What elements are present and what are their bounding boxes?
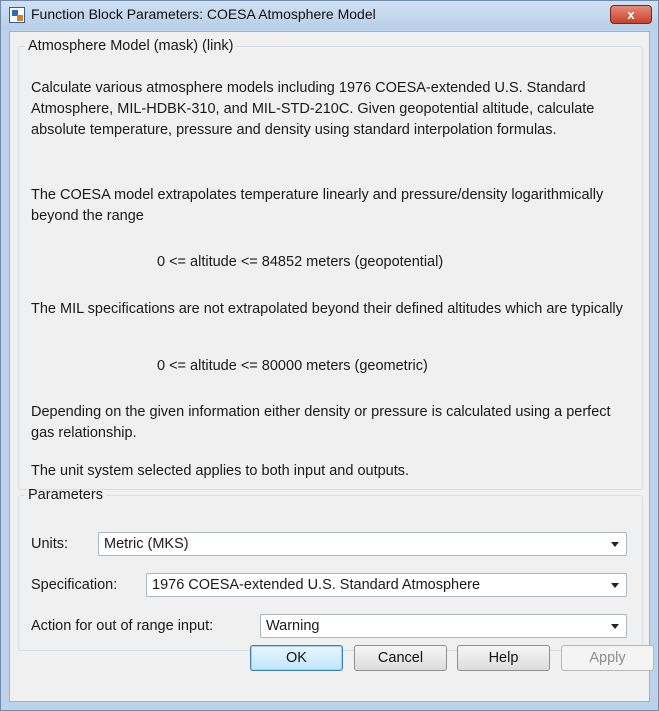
dialog-window: Function Block Parameters: COESA Atmosph… <box>0 0 659 711</box>
help-button[interactable]: Help <box>457 645 550 671</box>
action-value: Warning <box>266 618 320 634</box>
parameters-legend: Parameters <box>28 487 103 503</box>
description-range-geopotential: 0 <= altitude <= 84852 meters (geopotent… <box>157 254 444 270</box>
units-dropdown[interactable]: Metric (MKS) <box>98 532 627 556</box>
description-legend: Atmosphere Model (mask) (link) <box>28 38 234 54</box>
chevron-down-icon <box>611 624 619 629</box>
specification-value: 1976 COESA-extended U.S. Standard Atmosp… <box>152 577 481 593</box>
description-range-geometric: 0 <= altitude <= 80000 meters (geometric… <box>157 358 428 374</box>
action-row: Action for out of range input: Warning <box>31 614 627 638</box>
description-paragraph-intro: Calculate various atmosphere models incl… <box>31 80 595 138</box>
units-label: Units: <box>31 536 69 552</box>
action-label: Action for out of range input: <box>31 618 214 634</box>
close-button[interactable]: x <box>610 5 652 24</box>
ok-button[interactable]: OK <box>250 645 343 671</box>
cancel-button[interactable]: Cancel <box>354 645 447 671</box>
description-paragraph-coesa: The COESA model extrapolates temperature… <box>31 187 604 224</box>
units-row: Units: Metric (MKS) <box>31 532 627 556</box>
action-dropdown[interactable]: Warning <box>260 614 627 638</box>
specification-dropdown[interactable]: 1976 COESA-extended U.S. Standard Atmosp… <box>146 573 627 597</box>
specification-label: Specification: <box>31 577 118 593</box>
simulink-block-icon <box>9 7 25 23</box>
units-value: Metric (MKS) <box>104 536 189 552</box>
dialog-client-area: Atmosphere Model (mask) (link) Calculate… <box>9 31 650 702</box>
description-paragraph-units: The unit system selected applies to both… <box>31 463 410 479</box>
description-paragraph-gas: Depending on the given information eithe… <box>31 404 611 441</box>
parameters-group: Parameters Units: Metric (MKS) Specifica… <box>18 487 643 651</box>
window-title: Function Block Parameters: COESA Atmosph… <box>31 6 376 22</box>
specification-row: Specification: 1976 COESA-extended U.S. … <box>31 573 627 597</box>
chevron-down-icon <box>611 542 619 547</box>
description-paragraph-mil: The MIL specifications are not extrapola… <box>31 301 623 317</box>
close-icon: x <box>627 7 635 22</box>
description-group: Atmosphere Model (mask) (link) Calculate… <box>18 38 643 490</box>
title-bar[interactable]: Function Block Parameters: COESA Atmosph… <box>1 1 658 29</box>
apply-button[interactable]: Apply <box>561 645 654 671</box>
chevron-down-icon <box>611 583 619 588</box>
